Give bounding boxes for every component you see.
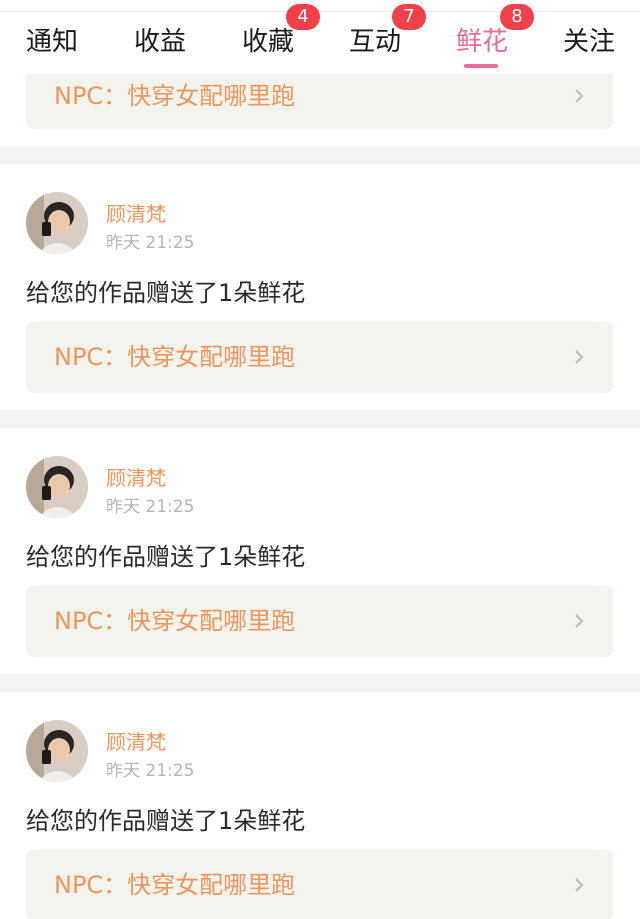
username[interactable]: 顾清梵 bbox=[106, 726, 166, 755]
tab-earnings[interactable]: 收益 bbox=[134, 22, 186, 62]
list-item: 顾清梵 昨天 21:25 给您的作品赠送了1朵鲜花 NPC：快穿女配哪里跑 bbox=[0, 428, 640, 674]
book-link[interactable]: NPC：快穿女配哪里跑 bbox=[26, 74, 613, 129]
book-link[interactable]: NPC：快穿女配哪里跑 bbox=[26, 849, 613, 919]
timestamp: 昨天 21:25 bbox=[106, 233, 195, 253]
avatar[interactable] bbox=[26, 456, 88, 518]
book-title: NPC：快穿女配哪里跑 bbox=[54, 871, 296, 899]
chevron-right-icon bbox=[575, 89, 584, 103]
list-item: 顾清梵 昨天 21:25 给您的作品赠送了1朵鲜花 NPC：快穿女配哪里跑 bbox=[0, 164, 640, 410]
book-link[interactable]: NPC：快穿女配哪里跑 bbox=[26, 321, 613, 393]
username[interactable]: 顾清梵 bbox=[106, 462, 166, 491]
gift-message: 给您的作品赠送了1朵鲜花 bbox=[26, 279, 306, 307]
favorites-badge: 4 bbox=[286, 4, 320, 30]
timestamp: 昨天 21:25 bbox=[106, 497, 195, 517]
chevron-right-icon bbox=[575, 614, 584, 628]
list-item: 顾清梵 昨天 21:25 给您的作品赠送了1朵鲜花 NPC：快穿女配哪里跑 bbox=[0, 692, 640, 919]
tab-flowers[interactable]: 鲜花 bbox=[456, 22, 508, 62]
interactions-badge: 7 bbox=[392, 4, 426, 30]
tab-favorites[interactable]: 收藏 bbox=[242, 22, 294, 62]
list-item: NPC：快穿女配哪里跑 bbox=[0, 74, 640, 147]
avatar[interactable] bbox=[26, 192, 88, 254]
tab-bar: 通知 收益 收藏 4 互动 7 鲜花 8 关注 bbox=[0, 0, 640, 74]
tab-notifications[interactable]: 通知 bbox=[26, 22, 78, 62]
chevron-right-icon bbox=[575, 350, 584, 364]
tab-interactions[interactable]: 互动 bbox=[349, 22, 401, 62]
flowers-badge: 8 bbox=[500, 4, 534, 30]
avatar[interactable] bbox=[26, 720, 88, 782]
gift-message: 给您的作品赠送了1朵鲜花 bbox=[26, 543, 306, 571]
status-divider bbox=[0, 0, 640, 12]
active-tab-indicator bbox=[464, 64, 498, 68]
tab-follows[interactable]: 关注 bbox=[563, 22, 615, 62]
book-link[interactable]: NPC：快穿女配哪里跑 bbox=[26, 585, 613, 657]
gift-message: 给您的作品赠送了1朵鲜花 bbox=[26, 807, 306, 835]
book-title: NPC：快穿女配哪里跑 bbox=[54, 82, 296, 110]
book-title: NPC：快穿女配哪里跑 bbox=[54, 607, 296, 635]
book-title: NPC：快穿女配哪里跑 bbox=[54, 343, 296, 371]
chevron-right-icon bbox=[575, 878, 584, 892]
username[interactable]: 顾清梵 bbox=[106, 198, 166, 227]
flower-gift-list[interactable]: NPC：快穿女配哪里跑 顾清梵 昨天 21:25 给您的作品赠送了1朵鲜花 NP… bbox=[0, 74, 640, 919]
timestamp: 昨天 21:25 bbox=[106, 761, 195, 781]
